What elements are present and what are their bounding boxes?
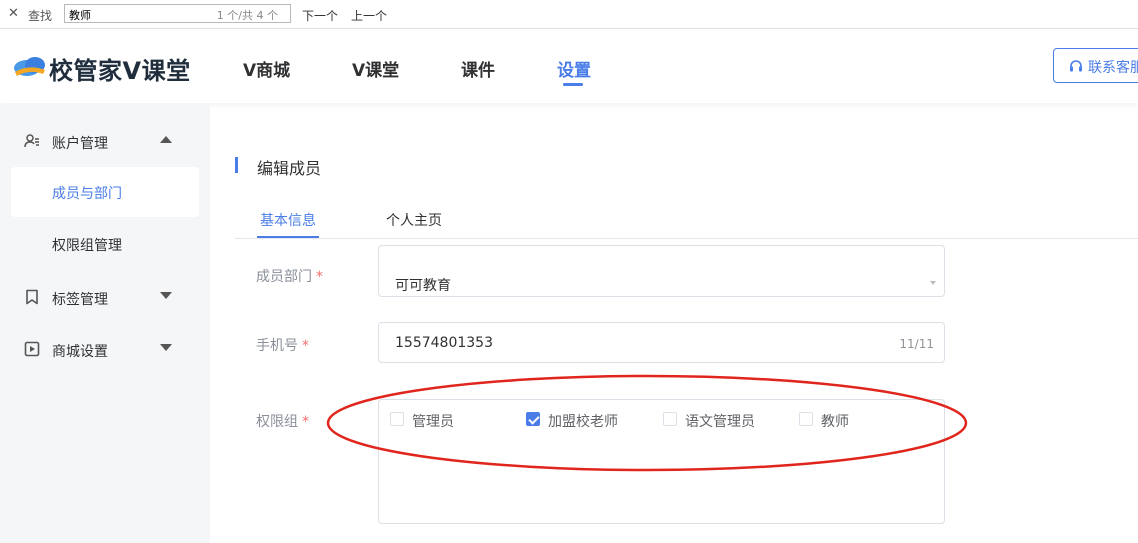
- sidebar-item-label: 商城设置: [52, 344, 108, 360]
- find-input[interactable]: 教师 1 个/共 4 个: [64, 4, 291, 23]
- find-bar: ✕ 查找 教师 1 个/共 4 个 下一个 上一个: [0, 0, 1138, 29]
- find-prev-button[interactable]: 上一个: [351, 7, 387, 24]
- page-title: 编辑成员: [257, 159, 322, 178]
- chevron-down-icon: [160, 292, 172, 299]
- logo-text: 校管家V课堂: [49, 57, 191, 85]
- chevron-up-icon: [160, 136, 172, 143]
- section-accent-bar: [235, 157, 238, 173]
- chevron-down-icon: [160, 344, 172, 351]
- checkbox-box[interactable]: [799, 412, 813, 426]
- sidebar-item-label: 标签管理: [52, 292, 108, 308]
- top-header: 校管家V课堂 V商城 V课堂 课件 设置 联系客服: [0, 29, 1138, 103]
- find-count: 1 个/共 4 个: [216, 9, 278, 22]
- find-query: 教师: [69, 9, 91, 22]
- contact-service-button[interactable]: 联系客服: [1053, 48, 1138, 83]
- phone-counter: 11/11: [899, 337, 934, 351]
- check-icon: [528, 413, 540, 425]
- phone-value: 15574801353: [395, 335, 493, 351]
- permission-group-box: [378, 399, 945, 524]
- nav-courseware[interactable]: 课件: [461, 56, 495, 81]
- sidebar: 账户管理 成员与部门 权限组管理 标签管理 商城设置: [0, 104, 210, 543]
- nav-vmall[interactable]: V商城: [243, 56, 290, 81]
- nav-active-indicator: [563, 83, 583, 86]
- find-label: 查找: [28, 9, 53, 23]
- play-square-icon: [24, 341, 40, 357]
- sidebar-item-permission-groups[interactable]: 权限组管理: [11, 219, 199, 269]
- department-value: 可可教育: [395, 278, 451, 294]
- find-next-button[interactable]: 下一个: [302, 7, 338, 24]
- close-find-icon[interactable]: ✕: [8, 6, 19, 21]
- nav-vclass[interactable]: V课堂: [352, 56, 399, 81]
- tab-active-indicator: [257, 236, 319, 238]
- logo-cloud-icon: [14, 57, 45, 76]
- headset-icon: [1070, 60, 1082, 72]
- permission-label: 权限组 *: [256, 414, 309, 430]
- sidebar-item-members[interactable]: 成员与部门: [11, 167, 199, 217]
- tab-basic-info[interactable]: 基本信息: [260, 210, 316, 230]
- checkbox-label: 加盟校老师: [548, 414, 618, 430]
- required-mark: *: [316, 269, 323, 285]
- required-mark: *: [302, 338, 309, 354]
- required-mark: *: [302, 414, 309, 430]
- sidebar-item-label: 成员与部门: [52, 186, 122, 202]
- tab-personal-page[interactable]: 个人主页: [386, 210, 442, 230]
- caret-down-icon: [930, 281, 936, 285]
- checkbox-label: 语文管理员: [685, 414, 755, 430]
- sidebar-item-label: 权限组管理: [52, 238, 122, 254]
- department-label: 成员部门 *: [256, 269, 323, 285]
- member-form: 成员部门 * 可可教育 手机号 * 15574801353 11/11 权限组 * 管…: [210, 239, 1138, 543]
- department-select[interactable]: 可可教育: [378, 245, 945, 297]
- sidebar-item-tags[interactable]: 标签管理: [0, 277, 210, 317]
- checkbox-box[interactable]: [390, 412, 404, 426]
- checkbox-box[interactable]: [526, 412, 540, 426]
- checkbox-box[interactable]: [663, 412, 677, 426]
- nav-settings[interactable]: 设置: [557, 56, 591, 81]
- sidebar-item-account[interactable]: 账户管理: [0, 121, 210, 161]
- sidebar-item-mall-settings[interactable]: 商城设置: [0, 329, 210, 369]
- user-gear-icon: [24, 134, 39, 148]
- bookmark-icon: [26, 289, 38, 305]
- phone-label: 手机号 *: [256, 338, 309, 354]
- checkbox-label: 管理员: [412, 414, 454, 430]
- phone-input[interactable]: 15574801353 11/11: [378, 322, 945, 363]
- contact-service-label: 联系客服: [1088, 60, 1138, 76]
- checkbox-label: 教师: [821, 414, 849, 430]
- sidebar-item-label: 账户管理: [52, 136, 108, 152]
